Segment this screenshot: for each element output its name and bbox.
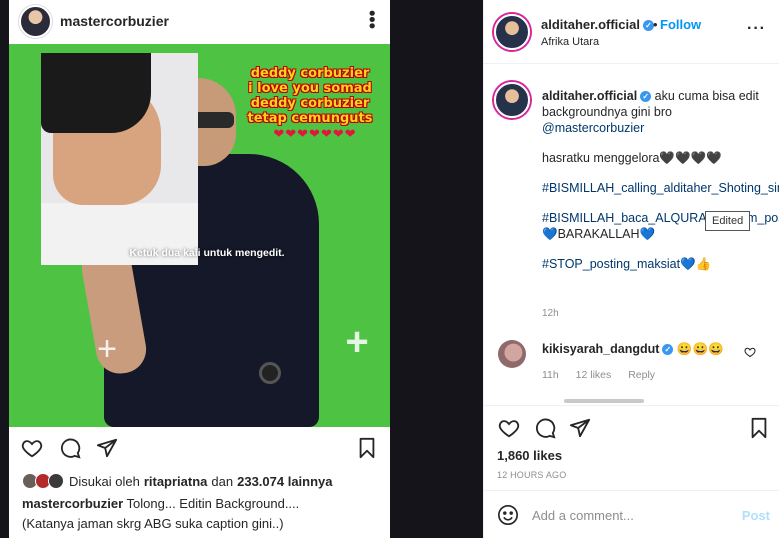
post-caption: mastercorbuzier Tolong... Editin Backgro… bbox=[22, 496, 300, 511]
wristwatch bbox=[259, 362, 281, 384]
photo-sticker bbox=[41, 53, 198, 265]
post-detail-panel: alditaher.official ✓ • Follow Afrika Utar… bbox=[483, 0, 779, 538]
original-post-header: mastercorbuzier ••• bbox=[9, 0, 390, 44]
post-photo[interactable]: deddy corbuzier i love you somad deddy c… bbox=[9, 44, 390, 427]
heart-icon[interactable] bbox=[20, 436, 44, 460]
comment-input[interactable] bbox=[532, 503, 732, 527]
add-comment-bar: Post bbox=[484, 490, 779, 538]
liked-by: Disukai oleh ritapriatna dan 233.074 lai… bbox=[22, 471, 337, 491]
post-location[interactable]: Afrika Utara bbox=[541, 36, 599, 48]
likes-count[interactable]: 1,860 likes bbox=[497, 448, 562, 463]
caption-username[interactable]: mastercorbuzier bbox=[22, 496, 123, 511]
edited-tooltip: Edited bbox=[705, 211, 751, 231]
heart-icon[interactable] bbox=[744, 346, 756, 358]
comment-username[interactable]: kikisyarah_dangdut bbox=[542, 342, 659, 356]
overlay-caption: deddy corbuzier i love you somad deddy c… bbox=[247, 66, 373, 126]
heart-icon[interactable] bbox=[497, 416, 521, 440]
verified-badge-icon: ✓ bbox=[640, 91, 652, 103]
post-caption-line2: (Katanya jaman skrg ABG suka caption gin… bbox=[22, 516, 284, 531]
share-icon[interactable] bbox=[95, 436, 119, 460]
edit-hint: Ketuk dua kali untuk mengedit. bbox=[129, 247, 285, 259]
post-actions bbox=[9, 427, 390, 467]
avatar[interactable] bbox=[19, 5, 52, 38]
avatar bbox=[48, 473, 64, 489]
liked-count[interactable]: 233.074 lainnya bbox=[237, 474, 332, 489]
liked-by-user[interactable]: ritapriatna bbox=[144, 474, 208, 489]
post-username[interactable]: alditaher.official ✓ bbox=[541, 17, 654, 32]
post-caption: alditaher.official ✓ aku cuma bisa edit b… bbox=[542, 88, 779, 272]
reply-button[interactable]: Reply bbox=[628, 369, 655, 381]
original-post-card: mastercorbuzier ••• deddy corbuzier i lo… bbox=[9, 0, 390, 538]
hashtag-link[interactable]: #BISMILLAH_calling_alditaher_Shoting_sin… bbox=[542, 181, 779, 195]
comment-text: kikisyarah_dangdut ✓ 😀😀😀 bbox=[542, 342, 724, 356]
post-time[interactable]: 12 HOURS AGO bbox=[497, 470, 566, 480]
comment-icon[interactable] bbox=[58, 436, 82, 460]
comment-timestamp[interactable]: 11h bbox=[542, 369, 559, 381]
hashtag-link[interactable]: #STOP_posting_maksiat bbox=[542, 257, 680, 271]
avatar[interactable] bbox=[498, 340, 526, 368]
next-comment-peek bbox=[564, 399, 644, 403]
emoji-icon[interactable] bbox=[497, 504, 519, 526]
caption-timestamp[interactable]: 12h bbox=[542, 308, 559, 319]
post-header: alditaher.official ✓ • Follow Afrika Utar… bbox=[484, 0, 779, 64]
comment-likes[interactable]: 12 likes bbox=[576, 369, 612, 381]
avatar[interactable] bbox=[494, 82, 530, 118]
more-vertical-icon[interactable]: ••• bbox=[362, 10, 382, 29]
post-actions bbox=[484, 405, 779, 447]
post-button[interactable]: Post bbox=[742, 508, 770, 523]
add-icon[interactable]: + bbox=[337, 322, 377, 364]
comment-meta: 11h 12 likes Reply bbox=[542, 369, 669, 381]
comment-icon[interactable] bbox=[533, 416, 557, 440]
follow-button[interactable]: Follow bbox=[660, 17, 701, 32]
overlay-hearts: ❤❤❤❤❤❤❤ bbox=[273, 126, 357, 141]
comments-list[interactable]: alditaher.official ✓ aku cuma bisa edit b… bbox=[484, 65, 779, 405]
post-username[interactable]: mastercorbuzier bbox=[60, 13, 169, 29]
bookmark-icon[interactable] bbox=[747, 416, 771, 440]
share-icon[interactable] bbox=[568, 416, 592, 440]
bookmark-icon[interactable] bbox=[355, 436, 379, 460]
mention-link[interactable]: @mastercorbuzier bbox=[542, 121, 644, 135]
avatar[interactable] bbox=[494, 14, 530, 50]
verified-badge-icon: ✓ bbox=[662, 344, 674, 356]
more-options-icon[interactable]: ··· bbox=[747, 20, 766, 38]
add-icon[interactable]: + bbox=[89, 332, 125, 370]
